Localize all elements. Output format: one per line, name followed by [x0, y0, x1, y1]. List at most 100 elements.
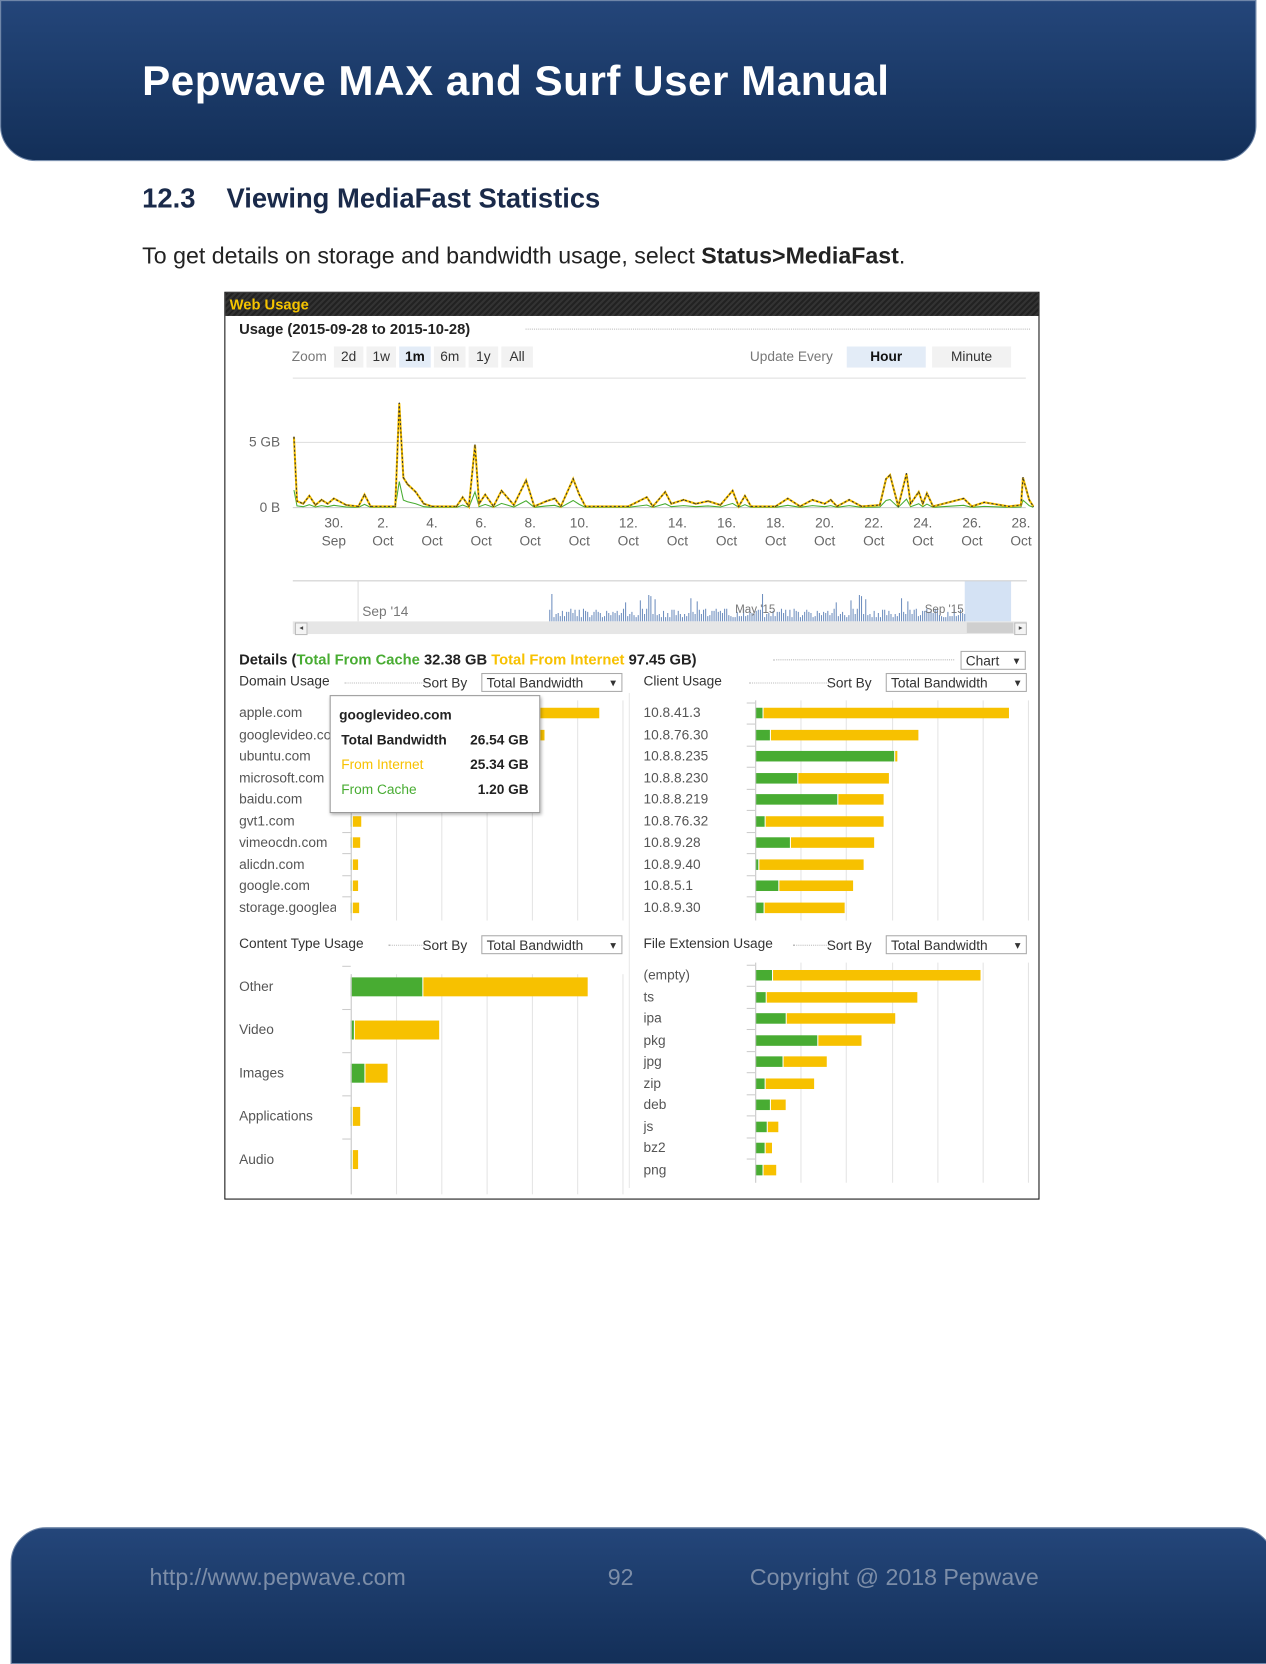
content-row-label: Applications [239, 1107, 313, 1124]
data-point [455, 505, 458, 507]
client-row-label: 10.8.9.40 [643, 855, 701, 872]
client-internet-bar[interactable] [763, 707, 1009, 719]
client-cache-bar[interactable] [755, 772, 798, 784]
extension-row-label: pkg [643, 1031, 666, 1048]
content-internet-bar[interactable] [352, 1150, 358, 1170]
zoom-button-1w[interactable]: 1w [366, 346, 397, 368]
navigator-selection[interactable] [964, 581, 1012, 622]
x-tick-label: 2. [377, 516, 388, 531]
extension-cache-bar[interactable] [755, 1164, 763, 1175]
extension-internet-bar[interactable] [763, 1164, 776, 1175]
scroll-left-icon[interactable]: ◂ [294, 622, 308, 636]
data-point [695, 503, 697, 505]
zoom-button-2d[interactable]: 2d [333, 346, 364, 368]
extension-internet-bar[interactable] [765, 1142, 773, 1154]
update-minute-button[interactable]: Minute [932, 346, 1012, 368]
content-internet-bar[interactable] [354, 1020, 440, 1040]
extension-internet-bar[interactable] [767, 991, 918, 1003]
domain-internet-bar[interactable] [353, 858, 358, 870]
extension-cache-bar[interactable] [755, 1056, 783, 1067]
extension-cache-bar[interactable] [755, 1077, 765, 1089]
extension-cache-bar[interactable] [755, 1013, 786, 1024]
zoom-button-6m[interactable]: 6m [433, 346, 466, 368]
scroll-thumb[interactable] [966, 622, 1014, 633]
x-tick-label: 14. [668, 516, 687, 531]
zoom-button-All[interactable]: All [501, 346, 533, 368]
x-tick-label: 20. [815, 516, 834, 531]
content-internet-bar[interactable] [365, 1063, 388, 1083]
client-internet-bar[interactable] [765, 815, 884, 827]
client-internet-bar[interactable] [894, 750, 898, 762]
zoom-label: Zoom [291, 348, 327, 365]
content-cache-bar[interactable] [350, 977, 423, 997]
client-cache-bar[interactable] [755, 729, 770, 740]
extension-cache-bar[interactable] [755, 991, 767, 1003]
client-cache-bar[interactable] [755, 902, 764, 913]
client-internet-bar[interactable] [838, 794, 884, 805]
client-sort-select[interactable]: Total Bandwidth [885, 672, 1027, 693]
extension-sort-select[interactable]: Total Bandwidth [885, 935, 1027, 955]
domain-internet-bar[interactable] [353, 837, 360, 848]
client-internet-bar[interactable] [759, 858, 864, 870]
footer-url[interactable]: http://www.pepwave.com [150, 1564, 406, 1591]
extension-row-label: png [643, 1161, 667, 1177]
domain-internet-bar[interactable] [352, 815, 362, 827]
content-internet-bar[interactable] [423, 977, 588, 997]
scroll-right-icon[interactable]: ▸ [1014, 622, 1027, 636]
extension-internet-bar[interactable] [786, 1013, 895, 1024]
extension-internet-bar[interactable] [767, 1121, 779, 1132]
client-internet-bar[interactable] [770, 729, 919, 740]
zoom-button-1m[interactable]: 1m [399, 346, 431, 368]
domain-sort-select[interactable]: Total Bandwidth [481, 672, 623, 693]
extension-cache-bar[interactable] [755, 1099, 770, 1111]
data-point [885, 478, 887, 480]
domain-internet-bar[interactable] [352, 902, 360, 913]
extension-internet-bar[interactable] [770, 1099, 786, 1111]
domain-internet-bar[interactable] [352, 880, 359, 892]
client-cache-bar[interactable] [755, 837, 790, 848]
navigator-scrollbar[interactable]: ◂ ▸ [292, 621, 1027, 636]
domain-row-label: microsoft.com [239, 769, 325, 786]
client-cache-bar[interactable] [755, 815, 765, 827]
extension-internet-bar[interactable] [765, 1077, 815, 1089]
axis-tick [746, 1094, 756, 1096]
chart-navigator[interactable]: Sep '14 May '15 Sep '15 ◂ ▸ [292, 580, 1027, 636]
extension-cache-bar[interactable] [755, 969, 772, 981]
extension-cache-bar[interactable] [755, 1034, 818, 1046]
extension-internet-bar[interactable] [783, 1056, 827, 1067]
gridline [622, 700, 624, 921]
client-row-label: 10.8.8.235 [643, 747, 709, 764]
content-sort-select[interactable]: Total Bandwidth [481, 935, 623, 955]
client-cache-bar[interactable] [755, 750, 894, 762]
page-header: Pepwave MAX and Surf User Manual [0, 0, 1257, 162]
client-cache-bar[interactable] [755, 794, 838, 805]
client-internet-bar[interactable] [798, 772, 890, 784]
client-internet-bar[interactable] [779, 880, 854, 892]
content-internet-bar[interactable] [352, 1106, 361, 1126]
extension-cache-bar[interactable] [755, 1121, 767, 1132]
extension-cache-bar[interactable] [755, 1142, 765, 1154]
client-cache-bar[interactable] [755, 880, 779, 892]
extension-internet-bar[interactable] [772, 969, 981, 981]
x-tick-label: 4. [426, 516, 437, 531]
x-tick-label: Oct [470, 534, 491, 549]
view-mode-select[interactable]: Chart [960, 650, 1026, 671]
client-internet-bar[interactable] [764, 902, 845, 913]
data-point [308, 495, 310, 497]
domain-row-label: google.com [239, 877, 310, 894]
data-point [824, 503, 826, 505]
axis-tick [746, 874, 756, 876]
page-number: 92 [607, 1564, 634, 1591]
extension-internet-bar[interactable] [818, 1034, 862, 1046]
y-tick-label: 0 B [260, 500, 281, 515]
content-cache-bar[interactable] [350, 1063, 365, 1083]
data-point [905, 473, 908, 475]
client-internet-bar[interactable] [791, 837, 875, 848]
x-tick-label: Sep [322, 534, 347, 549]
extension-row-label: bz2 [643, 1139, 666, 1156]
zoom-button-1y[interactable]: 1y [468, 346, 499, 368]
domain-row-label: gvt1.com [239, 812, 295, 829]
client-cache-bar[interactable] [755, 707, 763, 719]
tooltip-internet-label: From Internet [341, 756, 424, 772]
update-hour-button[interactable]: Hour [846, 346, 926, 368]
